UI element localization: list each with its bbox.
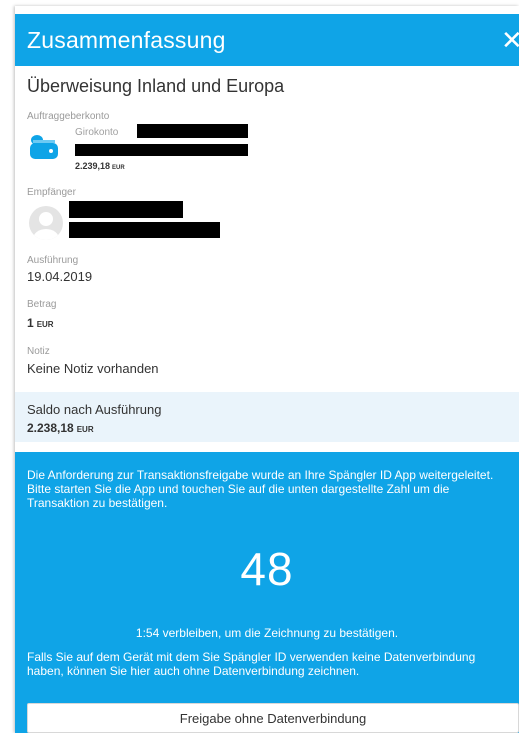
recipient-label: Empfänger: [27, 187, 76, 198]
wallet-icon: [29, 134, 59, 160]
amount-value: 1 EUR: [27, 316, 54, 330]
account-label: Auftraggeberkonto: [27, 111, 110, 122]
saldo-currency: EUR: [76, 425, 94, 434]
summary-dialog: Zusammenfassung ✕ Überweisung Inland und…: [15, 6, 519, 733]
execution-label: Ausführung: [27, 255, 79, 266]
saldo-box: Saldo nach Ausführung 2.238,18 EUR: [15, 392, 519, 442]
redacted-account-iban: [75, 144, 248, 156]
account-balance-currency: EUR: [112, 165, 125, 171]
countdown-text: 1:54 verbleiben, um die Zeichnung zu bes…: [135, 626, 399, 640]
close-icon[interactable]: ✕: [501, 28, 519, 52]
transfer-type-heading: Überweisung Inland und Europa: [27, 76, 285, 96]
amount-number: 1: [27, 316, 34, 330]
redacted-recipient-name: [69, 201, 183, 218]
avatar-icon: [29, 206, 63, 240]
approval-info-text: Die Anforderung zur Transaktionsfreigabe…: [27, 468, 494, 510]
account-balance-value: 2.239,18: [75, 161, 111, 171]
approval-panel: Die Anforderung zur Transaktionsfreigabe…: [15, 452, 519, 733]
account-name: Girokonto: [75, 127, 119, 138]
account-balance: 2.239,18 EUR: [75, 161, 125, 171]
saldo-value: 2.238,18 EUR: [27, 421, 94, 435]
note-label: Notiz: [27, 346, 50, 357]
amount-label: Betrag: [27, 299, 57, 310]
redacted-recipient-iban: [69, 222, 220, 238]
dialog-title: Zusammenfassung: [27, 27, 226, 53]
confirmation-code: 48: [240, 543, 294, 595]
note-value: Keine Notiz vorhanden: [27, 361, 159, 376]
execution-date: 19.04.2019: [27, 269, 93, 284]
dialog-header: Zusammenfassung ✕: [15, 14, 519, 66]
saldo-label: Saldo nach Ausführung: [27, 402, 162, 417]
amount-currency: EUR: [36, 320, 54, 329]
offline-approval-button[interactable]: Freigabe ohne Datenverbindung: [27, 703, 519, 733]
redacted-account-number: [137, 124, 248, 138]
offline-hint: Falls Sie auf dem Gerät mit dem Sie Spän…: [27, 650, 476, 678]
saldo-number: 2.238,18: [27, 421, 74, 435]
